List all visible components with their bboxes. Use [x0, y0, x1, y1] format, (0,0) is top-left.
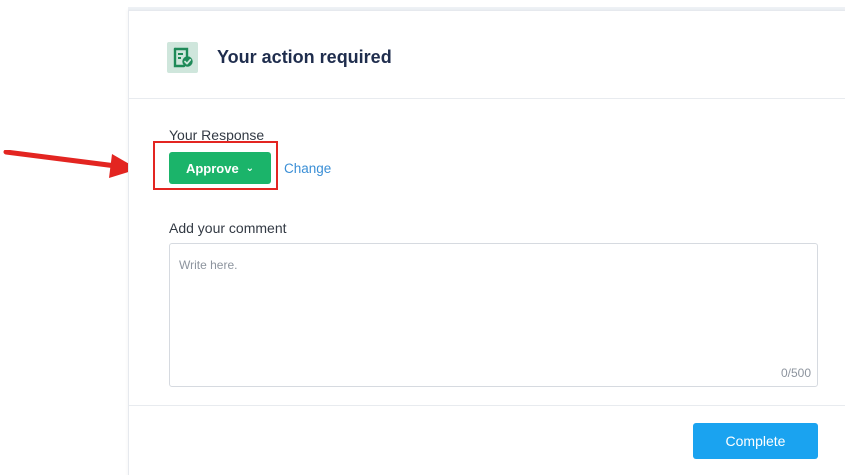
action-card: Your action required Your Response Appro…: [128, 10, 845, 475]
chevron-down-icon: ⌄: [245, 162, 255, 174]
comment-textarea[interactable]: Write here. 0/500: [169, 243, 818, 387]
annotation-arrow-icon: [3, 150, 138, 178]
character-counter: 0/500: [780, 366, 811, 380]
response-dropdown-button[interactable]: Approve ⌄: [169, 152, 271, 184]
screen: Your action required Your Response Appro…: [0, 0, 845, 475]
page-title: Your action required: [217, 47, 392, 67]
comment-label: Add your comment: [169, 220, 287, 236]
card-header: Your action required: [129, 11, 845, 99]
response-dropdown-value: Approve: [185, 160, 239, 176]
change-response-link[interactable]: Change: [284, 161, 331, 176]
comment-placeholder: Write here.: [179, 258, 238, 272]
complete-button[interactable]: Complete: [693, 423, 818, 459]
footer-divider: [129, 405, 845, 406]
approval-checklist-icon: [167, 42, 198, 73]
